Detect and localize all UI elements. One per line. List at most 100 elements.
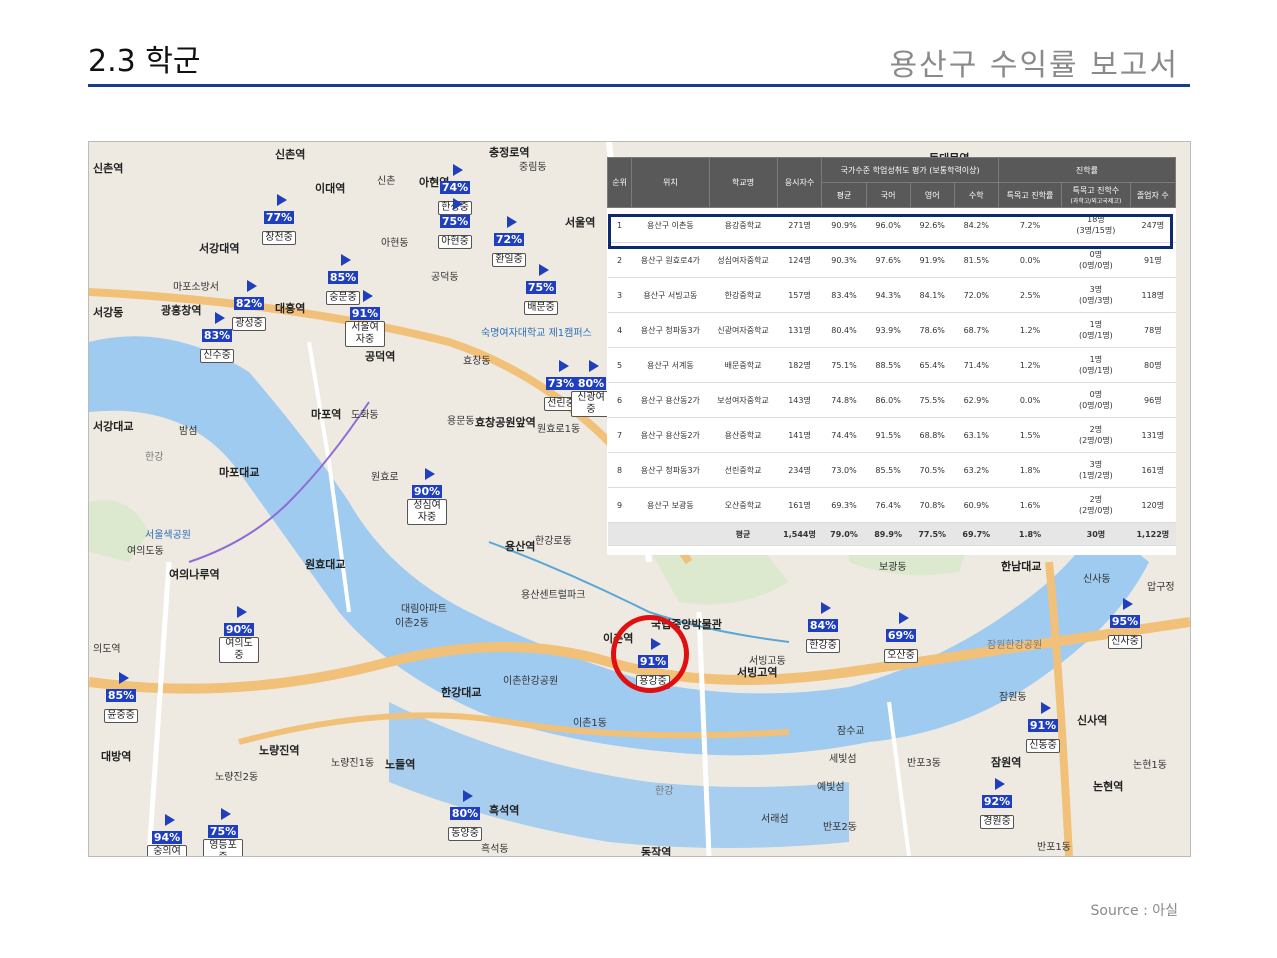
map-label: 원효로 [371,472,399,483]
map-label: 도화동 [351,410,379,421]
pin-percent: 72% [493,233,525,246]
map-label: 노들역 [385,758,416,771]
pin-percent: 75% [439,215,471,228]
col-advance-rate: 특목고 진학률 [997,182,1063,208]
school-district-map[interactable]: 신촌역 이대역 신촌 아현역 충정로역 중림동 동대문역 신촌역 서강대역 아현… [88,141,1191,857]
table-cell: 1,544명 [777,522,822,546]
map-label: 잠원동 [999,692,1027,703]
pin-school-name: 창천중 [262,231,296,245]
school-pin[interactable]: 94%숭의여자중 [147,814,187,856]
school-pin[interactable]: 80% 신광여중 [571,360,611,417]
pin-percent: 95% [1109,615,1141,628]
school-pin[interactable]: 69% 오산중 [881,612,921,663]
col-location: 위치 [631,157,710,208]
map-label: 흑석동 [481,844,509,855]
table-cell: 182명 [777,347,822,383]
pin-school-name: 신동중 [1026,739,1060,753]
flag-icon [453,164,463,176]
table-row: 3 용산구 서빙고동 한강중학교 157명 83.4% 94.3% 84.1% 72.0% 2.… [607,277,1176,313]
table-cell: 76.4% [866,487,911,523]
map-label: 효창동 [463,356,491,367]
pin-school-name: 서울여자중 [345,321,385,347]
flag-icon [1123,598,1133,610]
map-label: 대흥역 [275,302,306,315]
school-pin[interactable]: 91% 신동중 [1023,702,1063,753]
map-label: 서빙고동 [749,656,786,667]
table-cell: 75.5% [910,382,955,418]
map-label: 용문동 [447,416,475,427]
school-pin[interactable]: 92% 경원중 [977,778,1017,829]
col-advance-count: 특목고 진학수 (과학고/외고국제고) [1061,182,1131,208]
map-label: 용산역 [505,540,536,553]
school-pin[interactable]: 95% 신사중 [1105,598,1145,649]
table-cell: 131명 [777,312,822,348]
school-pin[interactable]: 75% 배문중 [521,264,561,315]
table-cell: 143명 [777,382,822,418]
table-cell: 72.0% [954,277,999,313]
school-pin[interactable]: 91% 서울여자중 [345,290,385,347]
school-pin[interactable]: 83% 신수중 [197,312,237,363]
school-pin[interactable]: 75%영등포중 [203,808,243,856]
pin-school-name: 광성중 [232,317,266,331]
table-cell: 3명 (0명/3명) [1061,277,1131,313]
map-label: 이촌2동 [395,618,429,629]
map-label: 세빛섬 [829,754,857,765]
map-label: 원효로1동 [537,424,581,435]
pin-school-name: 한강중 [806,639,840,653]
pin-percent: 90% [411,485,443,498]
table-cell: 2명 (2명/0명) [1061,417,1131,453]
table-cell: 1.2% [998,312,1062,348]
pin-percent: 69% [885,629,917,642]
table-cell: 용산구 청파동3가 [631,312,710,348]
map-label: 노량진2동 [215,772,259,783]
school-pin[interactable]: 90% 여의도중 [219,606,259,663]
flag-icon [821,602,831,614]
school-pin[interactable]: 72% 환일중 [489,216,529,267]
school-pin[interactable]: 77% 창천중 [259,194,299,245]
table-cell: 용산중학교 [709,417,778,453]
map-label: 잠원역 [991,756,1022,769]
pin-school-name: 성심여자중 [407,499,447,525]
flag-icon [463,790,473,802]
map-label: 한남대교 [1001,560,1042,573]
table-cell: 65.4% [910,347,955,383]
pin-school-name: 영등포중 [203,839,243,856]
flag-icon [899,612,909,624]
pin-school-name: 동양중 [448,827,482,841]
flag-icon [589,360,599,372]
map-label: 노량진역 [259,744,300,757]
pin-percent: 83% [201,329,233,342]
school-pin[interactable]: 80% 동양중 [445,790,485,841]
pin-school-name: 숭의여자중 [147,845,187,856]
table-cell: 84.1% [910,277,955,313]
school-pin[interactable]: 75% 아현중 [435,198,475,249]
table-cell: 71.4% [954,347,999,383]
map-label: 마포대교 [219,466,260,479]
map-label: 광흥창역 [161,304,202,317]
table-cell: 63.2% [954,452,999,488]
pin-percent: 85% [327,271,359,284]
table-cell: 70.8% [910,487,955,523]
school-pin[interactable]: 84% 한강중 [803,602,843,653]
flag-icon [215,312,225,324]
table-cell: 80명 [1130,347,1176,383]
map-label: 의도역 [93,644,121,655]
school-pin[interactable]: 85% 윤중중 [101,672,141,723]
table-cell: 86.0% [866,382,911,418]
table-row: 5 용산구 서계동 배문중학교 182명 75.1% 88.5% 65.4% 71.4% 1.2… [607,347,1176,383]
table-row: 4 용산구 청파동3가 신광여자중학교 131명 80.4% 93.9% 78.6% 68.7… [607,312,1176,348]
map-label: 중림동 [519,162,547,173]
table-cell: 80.4% [821,312,867,348]
school-pin[interactable]: 90% 성심여자중 [407,468,447,525]
flag-icon [363,290,373,302]
table-cell: 69.3% [821,487,867,523]
table-cell: 1.5% [998,417,1062,453]
table-cell: 75.1% [821,347,867,383]
flag-icon [221,808,231,820]
map-label: 신촌 [377,176,396,187]
map-label: 아현동 [381,238,409,249]
map-label: 마포역 [311,408,342,421]
table-cell: 69.7% [954,522,999,546]
table-cell: 141명 [777,417,822,453]
table-cell: 85.5% [866,452,911,488]
